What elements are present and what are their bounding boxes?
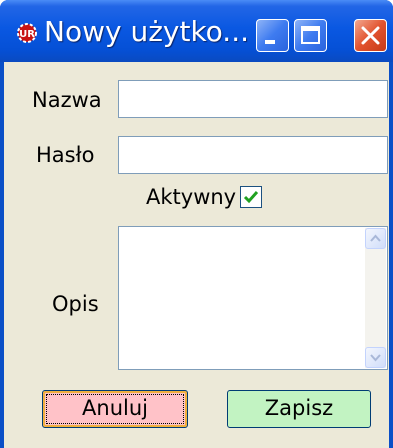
description-label: Opis	[52, 292, 99, 316]
minimize-button[interactable]	[256, 19, 289, 52]
maximize-button[interactable]	[294, 19, 327, 52]
scroll-up-button[interactable]	[365, 228, 386, 249]
password-label: Hasło	[36, 143, 95, 167]
name-input[interactable]	[118, 80, 388, 118]
active-checkbox[interactable]	[240, 186, 262, 208]
description-textarea[interactable]	[118, 226, 388, 370]
app-logo-icon: UR	[17, 23, 37, 43]
cancel-button[interactable]: Anuluj	[42, 390, 188, 428]
checkmark-icon	[243, 191, 259, 204]
minimize-icon	[265, 40, 275, 44]
name-label: Nazwa	[32, 88, 102, 112]
form-area: Nazwa Hasło Aktywny Opis Anuluj Zapisz	[4, 62, 389, 448]
window-title: Nowy użytko...	[44, 15, 249, 48]
svg-text:UR: UR	[19, 29, 35, 40]
save-button[interactable]: Zapisz	[227, 390, 371, 428]
description-scrollbar[interactable]	[365, 228, 386, 368]
dialog-window: UR Nowy użytko... Nazwa Hasło Aktywny Op…	[0, 0, 393, 448]
password-input[interactable]	[118, 136, 388, 174]
focus-rectangle	[46, 394, 184, 424]
chevron-down-icon	[370, 354, 381, 362]
chevron-up-icon	[370, 234, 381, 242]
active-label: Aktywny	[146, 185, 237, 209]
scroll-down-button[interactable]	[365, 347, 386, 368]
maximize-icon	[301, 26, 320, 44]
close-icon	[361, 26, 380, 45]
title-bar[interactable]: UR Nowy użytko...	[0, 0, 393, 62]
close-button[interactable]	[354, 19, 387, 52]
save-label: Zapisz	[264, 396, 334, 420]
